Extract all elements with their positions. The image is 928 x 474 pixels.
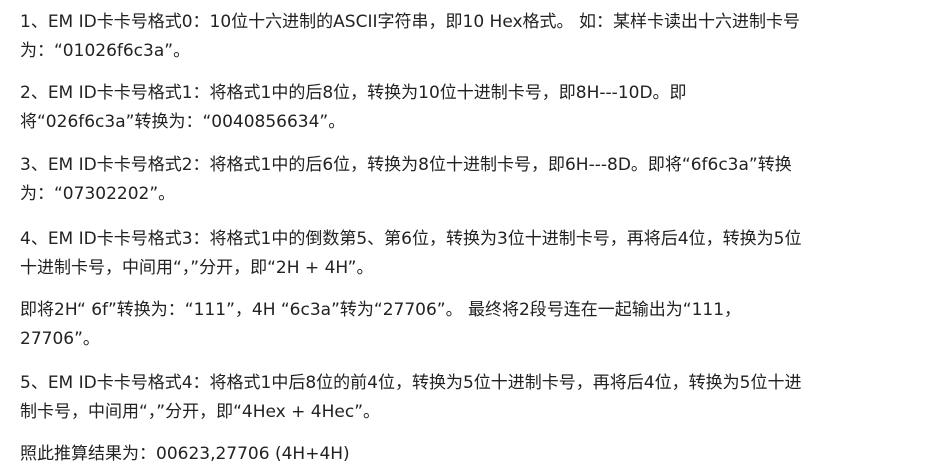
text-line: 将“026f6c3a”转换为：“0040856634”。 [20,112,346,132]
paragraph-format-2: 3、EM ID卡卡号格式2：将格式1中的后6位，转换为8位十进制卡号，即6H--… [20,151,792,209]
text-line: 5、EM ID卡卡号格式4：将格式1中后8位的前4位，转换为5位十进制卡号，再将… [20,373,802,393]
paragraph-format-3-example: 即将2H“ 6f”转换为：“111”，4H “6c3a”转为“27706”。 最… [20,296,741,354]
paragraph-format-1: 2、EM ID卡卡号格式1：将格式1中的后8位，转换为10位十进制卡号，即8H-… [20,79,687,137]
text-line: 4、EM ID卡卡号格式3：将格式1中的倒数第5、第6位，转换为3位十进制卡号，… [20,229,802,249]
paragraph-format-3: 4、EM ID卡卡号格式3：将格式1中的倒数第5、第6位，转换为3位十进制卡号，… [20,225,801,283]
text-line: 即将2H“ 6f”转换为：“111”，4H “6c3a”转为“27706”。 最… [20,300,742,320]
paragraph-format-0: 1、EM ID卡卡号格式0：10位十六进制的ASCII字符串，即10 Hex格式… [20,8,800,66]
text-line: 2、EM ID卡卡号格式1：将格式1中的后8位，转换为10位十进制卡号，即8H-… [20,83,687,103]
paragraph-format-4: 5、EM ID卡卡号格式4：将格式1中后8位的前4位，转换为5位十进制卡号，再将… [20,369,801,427]
text-line: 3、EM ID卡卡号格式2：将格式1中的后6位，转换为8位十进制卡号，即6H--… [20,155,792,175]
text-line: 为：“01026f6c3a”。 [20,41,191,61]
text-line: 照此推算结果为：00623,27706 (4H+4H) [20,444,350,464]
text-line: 1、EM ID卡卡号格式0：10位十六进制的ASCII字符串，即10 Hex格式… [20,12,800,32]
text-line: 27706”。 [20,329,100,349]
paragraph-result: 照此推算结果为：00623,27706 (4H+4H) [20,440,350,469]
text-line: 为：“07302202”。 [20,184,176,204]
text-line: 制卡号，中间用“，”分开，即“4Hex + 4Hec”。 [20,402,381,422]
text-line: 十进制卡号，中间用“，”分开，即“2H + 4H”。 [20,258,374,278]
